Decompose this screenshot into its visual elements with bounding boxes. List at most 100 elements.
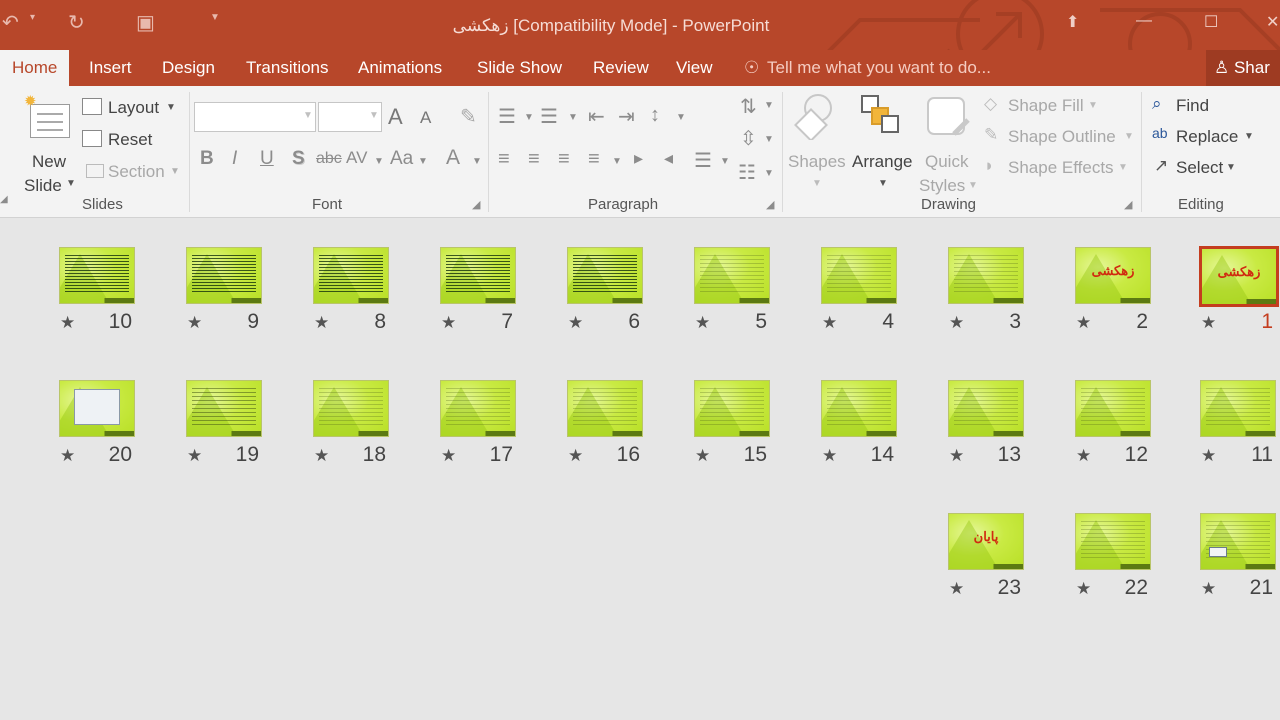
- tab-home[interactable]: Home: [0, 50, 70, 86]
- slide-thumbnail[interactable]: [948, 380, 1024, 437]
- replace-button[interactable]: ab Replace ▼: [1152, 125, 1262, 149]
- slide-thumbnail[interactable]: [59, 247, 135, 304]
- numbering-icon[interactable]: ☰: [540, 104, 558, 129]
- pen-icon: ✎: [984, 125, 999, 144]
- shape-effects-button[interactable]: ◗ Shape Effects ▼: [984, 156, 1134, 180]
- slide-thumbnail[interactable]: پایان: [948, 513, 1024, 570]
- line-spacing-icon[interactable]: ↕: [650, 104, 660, 127]
- change-case-icon[interactable]: Aa: [390, 148, 413, 170]
- slide-text-lines: [954, 255, 1018, 294]
- slide-thumbnail[interactable]: [1075, 513, 1151, 570]
- slide-thumbnail[interactable]: زهکشی: [1199, 246, 1279, 307]
- slide-thumbnail[interactable]: [1075, 380, 1151, 437]
- decrease-indent-icon[interactable]: ⇤: [588, 104, 605, 129]
- right-to-left-icon[interactable]: ◂: [664, 148, 673, 169]
- character-spacing-icon[interactable]: AV: [346, 148, 367, 168]
- left-to-right-icon[interactable]: ▸: [634, 148, 643, 169]
- align-center-icon[interactable]: ≡: [528, 148, 540, 171]
- tab-insert[interactable]: Insert: [89, 50, 132, 86]
- shapes-label: Shapes: [788, 152, 846, 171]
- slide-number: 1: [1261, 310, 1273, 333]
- grow-font-icon[interactable]: A: [388, 104, 403, 130]
- minimize-button[interactable]: —: [1136, 12, 1152, 30]
- font-color-icon[interactable]: A: [446, 146, 460, 170]
- dialog-launcher-icon[interactable]: ◢: [766, 198, 774, 211]
- shapes-icon: [794, 94, 832, 140]
- slide-thumbnail[interactable]: [694, 247, 770, 304]
- tab-view[interactable]: View: [676, 50, 713, 86]
- section-button[interactable]: Section ▼: [82, 160, 182, 184]
- slide-thumbnail[interactable]: [821, 247, 897, 304]
- ribbon-display-options-icon[interactable]: ⬆: [1066, 12, 1079, 32]
- justify-icon[interactable]: ≡: [588, 148, 600, 171]
- slide-thumbnail[interactable]: [440, 380, 516, 437]
- slide-thumbnail[interactable]: [186, 380, 262, 437]
- tab-design[interactable]: Design: [162, 50, 215, 86]
- slide-thumbnail[interactable]: زهکشی: [1075, 247, 1151, 304]
- arrange-button[interactable]: Arrange ▼: [850, 92, 916, 192]
- new-slide-button[interactable]: ✹ New Slide ▼: [22, 92, 78, 195]
- align-left-icon[interactable]: ≡: [498, 148, 510, 171]
- italic-icon[interactable]: I: [232, 148, 237, 170]
- select-button[interactable]: ↗ Select ▼: [1152, 156, 1252, 180]
- tab-transitions[interactable]: Transitions: [246, 50, 329, 86]
- slide-footer-bar: [441, 298, 515, 303]
- slide-footer-bar: [60, 298, 134, 303]
- slide-text-lines: [827, 388, 891, 427]
- shrink-font-icon[interactable]: A: [420, 108, 431, 128]
- shape-fill-button[interactable]: ◇ Shape Fill ▼: [984, 94, 1134, 118]
- shapes-button[interactable]: Shapes ▼: [788, 92, 846, 192]
- slide-thumbnail[interactable]: [694, 380, 770, 437]
- group-label-font: Font: [312, 196, 343, 213]
- tab-slide-show[interactable]: Slide Show: [477, 50, 562, 86]
- slide-thumbnail[interactable]: [567, 247, 643, 304]
- text-direction-icon[interactable]: ⇅: [740, 94, 757, 119]
- dialog-launcher-icon[interactable]: ◢: [472, 198, 480, 211]
- reset-button[interactable]: Reset: [82, 128, 162, 152]
- strikethrough-icon[interactable]: abc: [316, 150, 342, 168]
- tab-review[interactable]: Review: [593, 50, 649, 86]
- slide-thumbnail[interactable]: [1200, 513, 1276, 570]
- slide-text-lines: [700, 255, 764, 294]
- clear-formatting-icon[interactable]: ✎: [460, 104, 477, 129]
- group-label-editing: Editing: [1178, 196, 1224, 213]
- new-slide-label-1: New: [32, 152, 67, 171]
- increase-indent-icon[interactable]: ⇥: [618, 104, 635, 129]
- close-button[interactable]: ✕: [1266, 12, 1279, 32]
- slide-thumbnail[interactable]: [313, 380, 389, 437]
- columns-icon[interactable]: ☰: [694, 148, 712, 173]
- star-icon: ★: [949, 446, 965, 465]
- bold-icon[interactable]: B: [200, 148, 214, 170]
- smartart-icon[interactable]: ☷: [738, 160, 756, 185]
- new-slide-label-2: Slide: [24, 176, 62, 195]
- shadow-icon[interactable]: S: [292, 148, 305, 170]
- tab-animations[interactable]: Animations: [358, 50, 442, 86]
- slide-thumbnail[interactable]: [59, 380, 135, 437]
- slide-footer-bar: [1202, 299, 1276, 304]
- shape-outline-button[interactable]: ✎ Shape Outline ▼: [984, 125, 1134, 149]
- slide-thumbnail[interactable]: [1200, 380, 1276, 437]
- quick-styles-button[interactable]: Quick Styles ▼: [918, 92, 978, 195]
- select-label: Select: [1176, 158, 1224, 177]
- share-button[interactable]: ♙ Shar: [1206, 50, 1280, 86]
- dialog-launcher-icon[interactable]: ◢: [1124, 198, 1132, 211]
- slide-thumbnail[interactable]: [440, 247, 516, 304]
- find-button[interactable]: ⌕ Find: [1152, 94, 1252, 118]
- maximize-button[interactable]: ☐: [1204, 12, 1218, 32]
- slide-thumbnail[interactable]: [567, 380, 643, 437]
- underline-icon[interactable]: U: [260, 148, 274, 170]
- chevron-down-icon: ▼: [720, 156, 730, 167]
- clipboard-launcher-icon[interactable]: ◢: [0, 194, 8, 205]
- bullets-icon[interactable]: ☰: [498, 104, 516, 129]
- star-icon: ★: [314, 313, 330, 332]
- slide-thumbnail[interactable]: [821, 380, 897, 437]
- font-name-box[interactable]: ▼: [194, 102, 316, 132]
- layout-button[interactable]: Layout ▼: [82, 96, 182, 120]
- slide-thumbnail[interactable]: [186, 247, 262, 304]
- align-right-icon[interactable]: ≡: [558, 148, 570, 171]
- align-text-icon[interactable]: ⇳: [740, 126, 757, 151]
- slide-thumbnail[interactable]: [948, 247, 1024, 304]
- tell-me-box[interactable]: Tell me what you want to do...: [767, 50, 991, 86]
- slide-thumbnail[interactable]: [313, 247, 389, 304]
- font-size-box[interactable]: ▼: [318, 102, 382, 132]
